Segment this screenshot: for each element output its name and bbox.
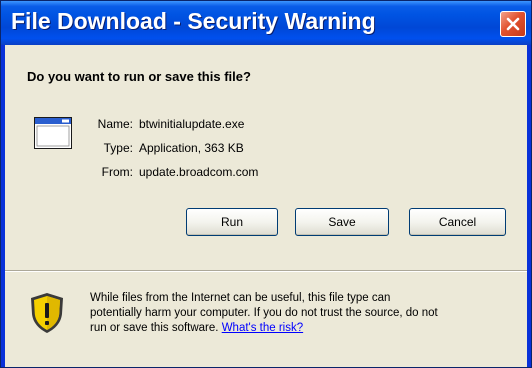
warning-line-1: While files from the Internet can be use… xyxy=(90,292,391,304)
save-button[interactable]: Save xyxy=(295,208,389,236)
whats-the-risk-link[interactable]: What's the risk? xyxy=(222,322,303,334)
file-name-row: Name: btwinitialupdate.exe xyxy=(69,117,245,131)
cancel-button[interactable]: Cancel xyxy=(409,208,506,236)
security-warning-text: While files from the Internet can be use… xyxy=(90,291,518,336)
file-from-value: update.broadcom.com xyxy=(139,165,259,179)
warning-line-3: run or save this software. xyxy=(90,322,219,334)
file-from-row: From: update.broadcom.com xyxy=(69,165,259,179)
warning-line-2: potentially harm your computer. If you d… xyxy=(90,307,438,319)
dialog-window: File Download - Security Warning Do you … xyxy=(0,0,532,368)
file-type-label: Type: xyxy=(103,141,133,155)
close-icon xyxy=(506,17,520,31)
close-button[interactable] xyxy=(500,11,526,37)
file-name-label: Name: xyxy=(97,117,133,131)
file-from-label: From: xyxy=(101,165,133,179)
run-button[interactable]: Run xyxy=(186,208,278,236)
file-type-row: Type: Application, 363 KB xyxy=(69,141,244,155)
dialog-question: Do you want to run or save this file? xyxy=(27,69,251,84)
file-name-value: btwinitialupdate.exe xyxy=(139,117,245,131)
application-window-icon xyxy=(34,117,72,149)
security-shield-icon xyxy=(31,293,63,333)
file-type-value: Application, 363 KB xyxy=(139,141,244,155)
dialog-body: Do you want to run or save this file? Na… xyxy=(5,45,527,367)
window-title: File Download - Security Warning xyxy=(11,8,376,34)
divider-highlight xyxy=(5,271,527,272)
title-bar[interactable]: File Download - Security Warning xyxy=(1,1,531,45)
